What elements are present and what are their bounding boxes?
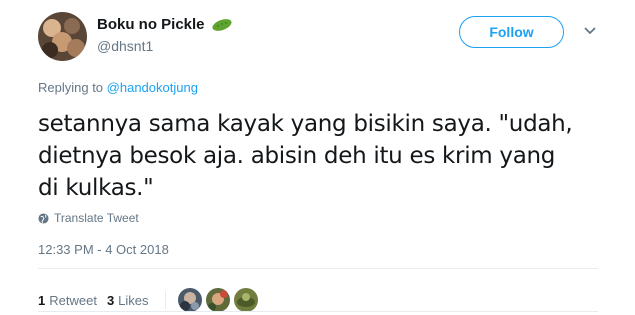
replying-prefix: Replying to	[38, 80, 107, 95]
liker-avatar[interactable]	[233, 288, 258, 312]
divider	[38, 311, 598, 312]
liker-photo-icon	[177, 288, 202, 312]
avatar-photo-icon	[38, 12, 87, 61]
translate-tweet-link[interactable]: Translate Tweet	[38, 211, 139, 225]
divider	[38, 268, 598, 269]
liker-avatar[interactable]	[177, 288, 202, 312]
author-display-name[interactable]: Boku no Pickle	[97, 16, 205, 33]
pickle-icon	[211, 18, 232, 31]
replying-to: Replying to @handokotjung	[38, 80, 198, 95]
likes-count: 3	[106, 292, 115, 308]
translate-label: Translate Tweet	[54, 211, 139, 225]
retweets-count: 1	[38, 292, 46, 308]
likes-stat[interactable]: 3 Likes	[107, 293, 149, 308]
retweets-label: Retweet	[49, 292, 97, 308]
likes-label: Likes	[118, 292, 149, 308]
stats-separator	[164, 291, 166, 309]
follow-button[interactable]: Follow	[459, 16, 564, 48]
tweet-text: setannya sama kayak yang bisikin saya. "…	[38, 111, 573, 201]
author-handle[interactable]: @dhsnt1	[97, 38, 153, 54]
retweets-stat[interactable]: 1 Retweet	[38, 293, 97, 308]
author-name-row: Boku no Pickle	[97, 16, 233, 33]
reply-mention-link[interactable]: @handokotjung	[107, 80, 198, 95]
globe-icon	[38, 212, 49, 224]
tweet-timestamp[interactable]: 12:33 PM - 4 Oct 2018	[38, 242, 169, 257]
chevron-down-icon[interactable]	[583, 26, 597, 36]
author-avatar[interactable]	[38, 12, 87, 61]
tweet-stats: 1 Retweet 3 Likes	[38, 288, 262, 312]
likers-avatars	[177, 288, 262, 312]
liker-photo-icon	[233, 288, 258, 312]
tweet-card: Boku no Pickle @dhsnt1 Follow Replying t…	[0, 0, 635, 315]
liker-photo-icon	[205, 288, 230, 312]
liker-avatar[interactable]	[205, 288, 230, 312]
